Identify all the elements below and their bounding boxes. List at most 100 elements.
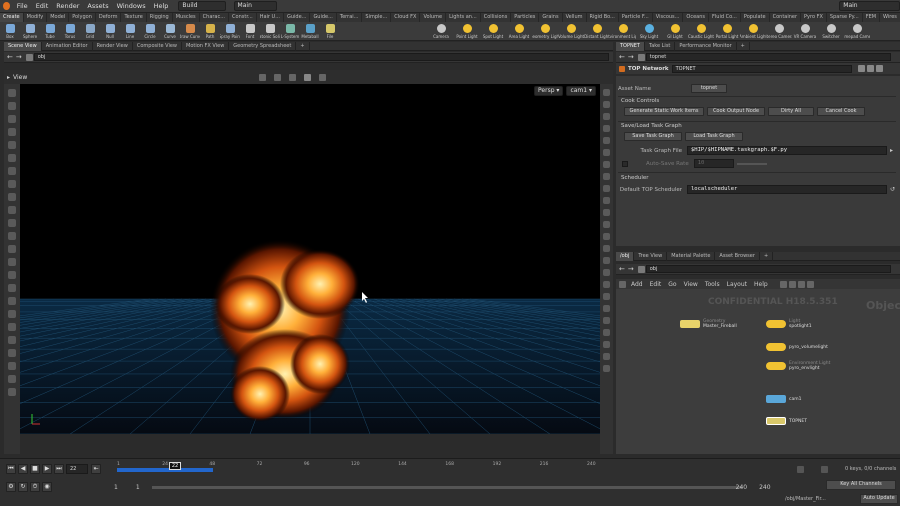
scene-path-field[interactable]: obj: [33, 53, 609, 61]
tools-icon[interactable]: [619, 280, 626, 288]
shelf-tool-metaball[interactable]: Metaball: [300, 23, 320, 39]
shading-icon[interactable]: [603, 113, 610, 120]
shelf-tool-sky-light[interactable]: Sky Light: [636, 23, 662, 39]
shelf-tab[interactable]: Constr...: [229, 13, 257, 22]
shelf-tab[interactable]: Hair U...: [257, 13, 284, 22]
forward-arrow-icon[interactable]: →: [628, 53, 634, 61]
prim-icon[interactable]: [603, 245, 610, 252]
link-icon[interactable]: [603, 281, 610, 288]
render-icon[interactable]: [8, 258, 16, 266]
tab-scene-view[interactable]: Scene View: [4, 41, 42, 51]
view-icon[interactable]: [8, 219, 16, 227]
save-task-graph-button[interactable]: Save Task Graph: [624, 132, 682, 141]
frame-ruler[interactable]: 1 24 48 72 96 120 144 168 192 216 240 22: [117, 462, 596, 476]
menu-tools[interactable]: Tools: [705, 281, 720, 288]
network-tool-icon[interactable]: [797, 280, 805, 288]
menu-file[interactable]: File: [13, 0, 32, 13]
tab-topnet[interactable]: TOPNET: [616, 41, 645, 51]
auto-save-field[interactable]: 10: [693, 159, 734, 168]
range-end-2[interactable]: 240: [759, 484, 770, 491]
menu-help[interactable]: Help: [754, 281, 768, 288]
forward-arrow-icon[interactable]: →: [16, 53, 22, 61]
uv-icon[interactable]: [603, 233, 610, 240]
range-end[interactable]: 240: [736, 484, 747, 491]
shelf-tab[interactable]: Rigid Bo...: [587, 13, 619, 22]
shelf-tool-ambient-light[interactable]: Ambient Light: [740, 23, 766, 39]
shelf-tool-gamepad-camera[interactable]: Gamepad Camera: [844, 23, 870, 39]
info-icon[interactable]: [875, 65, 883, 72]
node-cam1[interactable]: cam1: [766, 395, 801, 403]
node-name-field[interactable]: TOPNET: [671, 64, 852, 73]
node-spotlight1[interactable]: Light spotlight1: [766, 319, 812, 329]
menu-go[interactable]: Go: [668, 281, 676, 288]
ghost-icon[interactable]: [603, 101, 610, 108]
add-tab-icon[interactable]: +: [737, 41, 750, 51]
shelf-tab[interactable]: Sparse Py...: [827, 13, 863, 22]
persp-dropdown[interactable]: Persp ▾: [534, 86, 564, 96]
tab-render-view[interactable]: Render View: [93, 41, 133, 51]
camera-dropdown[interactable]: cam1 ▾: [566, 86, 596, 96]
cancel-cook-button[interactable]: Cancel Cook: [817, 107, 865, 116]
tab-motion-fx-view[interactable]: Motion FX View: [182, 41, 230, 51]
shelf-tool-curve[interactable]: Curve: [160, 23, 180, 39]
shelf-tool-grid[interactable]: Grid: [80, 23, 100, 39]
generate-static-work-items-button[interactable]: Generate Static Work Items: [624, 107, 704, 116]
shelf-tool-point-light[interactable]: Point Light: [454, 23, 480, 39]
screen-icon[interactable]: [8, 336, 16, 344]
shelf-tool-draw-curve[interactable]: Draw Curve: [180, 23, 200, 39]
jump-end-button[interactable]: ⏭: [54, 464, 64, 474]
shelf-tool-portal-light[interactable]: Portal Light: [714, 23, 740, 39]
global-animation-options-icon[interactable]: ⚙: [6, 482, 16, 492]
menu-assets[interactable]: Assets: [83, 0, 112, 13]
shelf-tool-file[interactable]: File: [320, 23, 340, 39]
add-tab-icon[interactable]: +: [296, 41, 310, 51]
playhead-marker[interactable]: 22: [169, 462, 181, 470]
shelf-tool-null[interactable]: Null: [100, 23, 120, 39]
asset-name-field[interactable]: topnet: [691, 84, 728, 93]
shelf-tab[interactable]: FEM: [863, 13, 881, 22]
tab-composite-view[interactable]: Composite View: [133, 41, 182, 51]
shelf-tool-spot-light[interactable]: Spot Light: [480, 23, 506, 39]
shelf-tool-sphere[interactable]: Sphere: [20, 23, 40, 39]
lock-icon[interactable]: [8, 297, 16, 305]
max-icon[interactable]: [603, 365, 610, 372]
shelf-tab[interactable]: Cloud FX: [391, 13, 421, 22]
shelf-tab[interactable]: Charac...: [200, 13, 230, 22]
gear-icon[interactable]: [857, 65, 865, 72]
paint-icon[interactable]: [8, 167, 16, 175]
shelf-tab[interactable]: Particles: [511, 13, 540, 22]
normal-icon[interactable]: [603, 221, 610, 228]
vertex-icon[interactable]: [603, 257, 610, 264]
node-topnet[interactable]: TOPNET: [766, 417, 807, 425]
magnet-icon[interactable]: [8, 206, 16, 214]
play-button[interactable]: ▶: [42, 464, 52, 474]
tab-performance-monitor[interactable]: Performance Monitor: [675, 41, 737, 51]
camera-tool-icon[interactable]: [304, 73, 312, 81]
settings-icon[interactable]: [8, 388, 16, 396]
realtime-toggle-icon[interactable]: ⏱: [30, 482, 40, 492]
range-start-2[interactable]: 1: [136, 484, 140, 491]
shelf-tool-box[interactable]: Box: [0, 23, 20, 39]
grid-icon[interactable]: [603, 185, 610, 192]
shelf-tool-environment-light[interactable]: Environment Light: [610, 23, 636, 39]
menu-render[interactable]: Render: [52, 0, 83, 13]
shelf-tool-area-light[interactable]: Area Light: [506, 23, 532, 39]
shelf-tab[interactable]: Vellum: [563, 13, 587, 22]
shelf-tool-camera[interactable]: Camera: [428, 23, 454, 39]
wireframe-icon[interactable]: [603, 125, 610, 132]
shelf-tab[interactable]: Rigging: [147, 13, 173, 22]
shelf-tab[interactable]: Guide...: [284, 13, 311, 22]
rotate-icon[interactable]: [8, 115, 16, 123]
shelf-tab[interactable]: Texture: [121, 13, 147, 22]
layout-icon[interactable]: [603, 341, 610, 348]
back-arrow-icon[interactable]: ←: [7, 53, 13, 61]
shelf-tab[interactable]: Deform: [96, 13, 122, 22]
tab-obj[interactable]: /obj: [616, 251, 635, 261]
fps-icon[interactable]: ◉: [42, 482, 52, 492]
point-icon[interactable]: [603, 209, 610, 216]
ortho-icon[interactable]: [603, 305, 610, 312]
node-chooser-icon[interactable]: ↺: [890, 186, 895, 193]
menu-windows[interactable]: Windows: [113, 0, 150, 13]
shelf-tab[interactable]: Oceans: [683, 13, 710, 22]
camera-icon[interactable]: [8, 232, 16, 240]
